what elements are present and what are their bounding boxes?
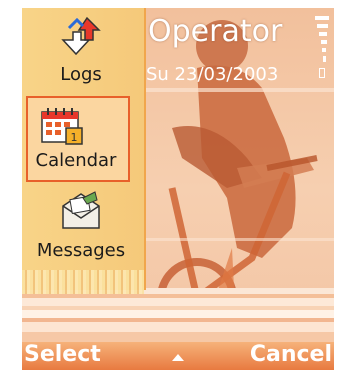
softkey-bar: Select Cancel — [22, 342, 334, 370]
date-display: Su 23/03/2003 — [146, 64, 279, 85]
menu-item-messages[interactable]: Messages — [26, 184, 136, 264]
scroll-up-icon — [172, 354, 184, 361]
menu-bottom-decoration — [22, 270, 144, 294]
wallpaper-stripes — [22, 288, 334, 344]
menu-item-calendar-label: Calendar — [35, 150, 117, 171]
menu-item-logs-label: Logs — [60, 64, 102, 85]
phone-screen: Operator Su 23/03/2003 Logs 1 Calendar M… — [22, 8, 334, 370]
operator-name: Operator — [148, 14, 283, 49]
app-menu: Logs 1 Calendar Messages — [22, 8, 146, 294]
calendar-icon: 1 — [41, 108, 83, 145]
menu-item-logs[interactable]: Logs — [26, 8, 136, 88]
svg-text:1: 1 — [71, 131, 78, 144]
signal-strength-icon — [315, 16, 329, 62]
messages-icon — [62, 191, 100, 229]
battery-icon — [319, 68, 325, 78]
logs-icon — [61, 16, 101, 56]
select-softkey[interactable]: Select — [24, 342, 101, 367]
menu-item-messages-label: Messages — [36, 240, 126, 261]
menu-item-calendar[interactable]: 1 Calendar — [26, 96, 130, 182]
cancel-softkey[interactable]: Cancel — [250, 342, 332, 367]
